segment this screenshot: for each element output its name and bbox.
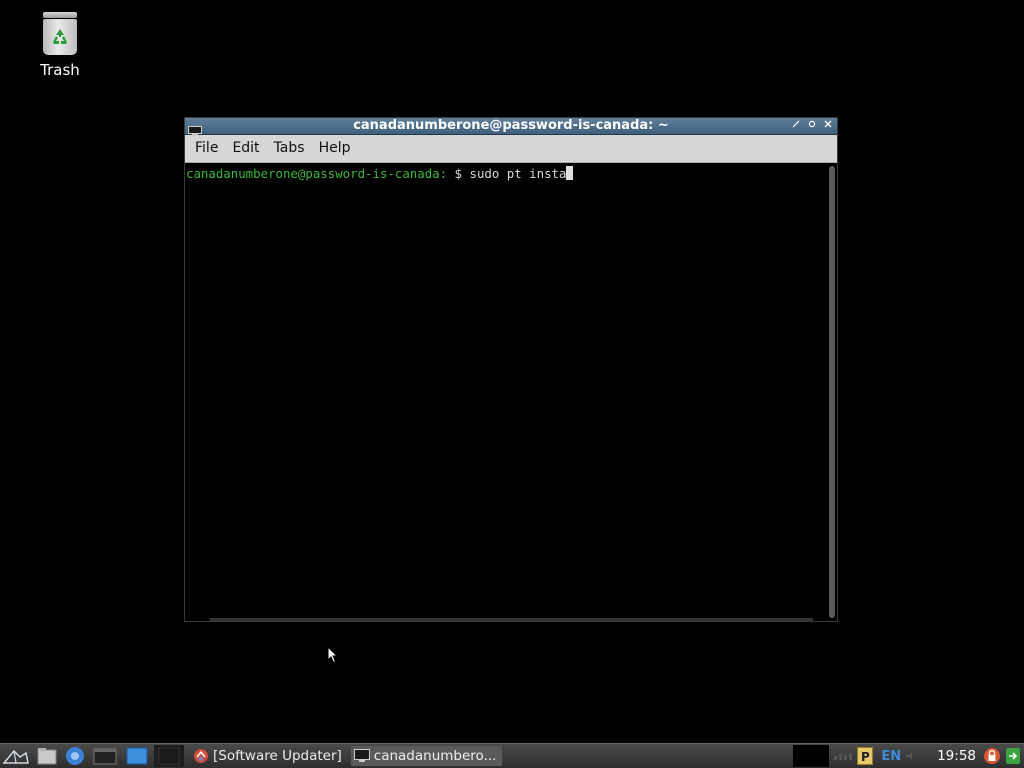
lubuntu-logo-icon (2, 749, 29, 764)
task-software-updater[interactable]: [Software Updater] (190, 746, 348, 766)
minimize-icon (792, 120, 800, 128)
maximize-icon (808, 120, 816, 128)
lock-icon (984, 748, 1000, 764)
trash-desktop-icon[interactable]: Trash (30, 8, 90, 79)
menu-file[interactable]: File (188, 135, 225, 162)
prompt-symbol: $ (447, 166, 470, 181)
text-cursor (566, 166, 574, 180)
logout-icon (1006, 748, 1020, 764)
workspace-icon (126, 747, 148, 765)
vertical-scrollbar[interactable] (829, 166, 835, 618)
close-icon (824, 120, 832, 128)
svg-text:P: P (861, 750, 870, 764)
window-title: canadanumberone@password-is-canada: ~ (353, 118, 669, 133)
system-tray: P EN 19:58 (793, 744, 1024, 768)
terminal-area[interactable]: canadanumberone@password-is-canada: $ su… (185, 163, 825, 615)
window-titlebar[interactable]: canadanumberone@password-is-canada: ~ (185, 118, 837, 136)
tray-blank-area (793, 745, 830, 767)
workspace-2-icon (158, 747, 180, 765)
task-label: [Software Updater] (213, 748, 342, 764)
terminal-launcher-icon (93, 748, 117, 765)
volume-icon[interactable] (905, 751, 919, 761)
terminal-command: sudo pt insta (469, 166, 567, 181)
terminal-window[interactable]: canadanumberone@password-is-canada: ~ Fi… (184, 117, 838, 622)
menu-help[interactable]: Help (312, 135, 358, 162)
task-terminal[interactable]: canadanumbero... (350, 746, 503, 766)
desktop-workspace-2[interactable] (154, 745, 184, 767)
menu-tabs[interactable]: Tabs (267, 135, 312, 162)
start-menu-button[interactable] (0, 745, 32, 767)
menu-edit[interactable]: Edit (225, 135, 266, 162)
file-manager-icon (37, 748, 57, 765)
terminal-icon (353, 749, 370, 762)
trash-label: Trash (40, 61, 80, 79)
close-button[interactable] (823, 118, 833, 134)
software-updater-icon (194, 749, 208, 763)
keyboard-layout-indicator[interactable]: EN (881, 749, 901, 764)
package-manager-tray[interactable]: P (857, 746, 875, 766)
browser-icon (66, 747, 84, 765)
lock-screen-button[interactable] (982, 746, 1002, 766)
terminal-launcher[interactable] (90, 745, 120, 767)
logout-button[interactable] (1002, 746, 1024, 766)
maximize-button[interactable] (807, 118, 817, 134)
task-label: canadanumbero... (373, 748, 497, 764)
desktop-workspace-1[interactable] (122, 745, 152, 767)
taskbar: [Software Updater] canadanumbero... P EN… (0, 743, 1024, 768)
tray-indicator[interactable] (829, 745, 857, 767)
browser-launcher[interactable] (62, 745, 88, 767)
menubar: File Edit Tabs Help (185, 135, 837, 163)
minimize-button[interactable] (791, 118, 801, 134)
mouse-pointer-icon (327, 646, 339, 664)
terminal-prompt: canadanumberone@password-is-canada: (186, 166, 448, 181)
file-manager-launcher[interactable] (34, 745, 60, 767)
package-icon: P (857, 747, 874, 765)
trash-icon (41, 8, 79, 56)
clock[interactable]: 19:58 (937, 748, 976, 764)
horizontal-scrollbar[interactable] (210, 618, 813, 621)
network-activity-icon (834, 753, 853, 760)
